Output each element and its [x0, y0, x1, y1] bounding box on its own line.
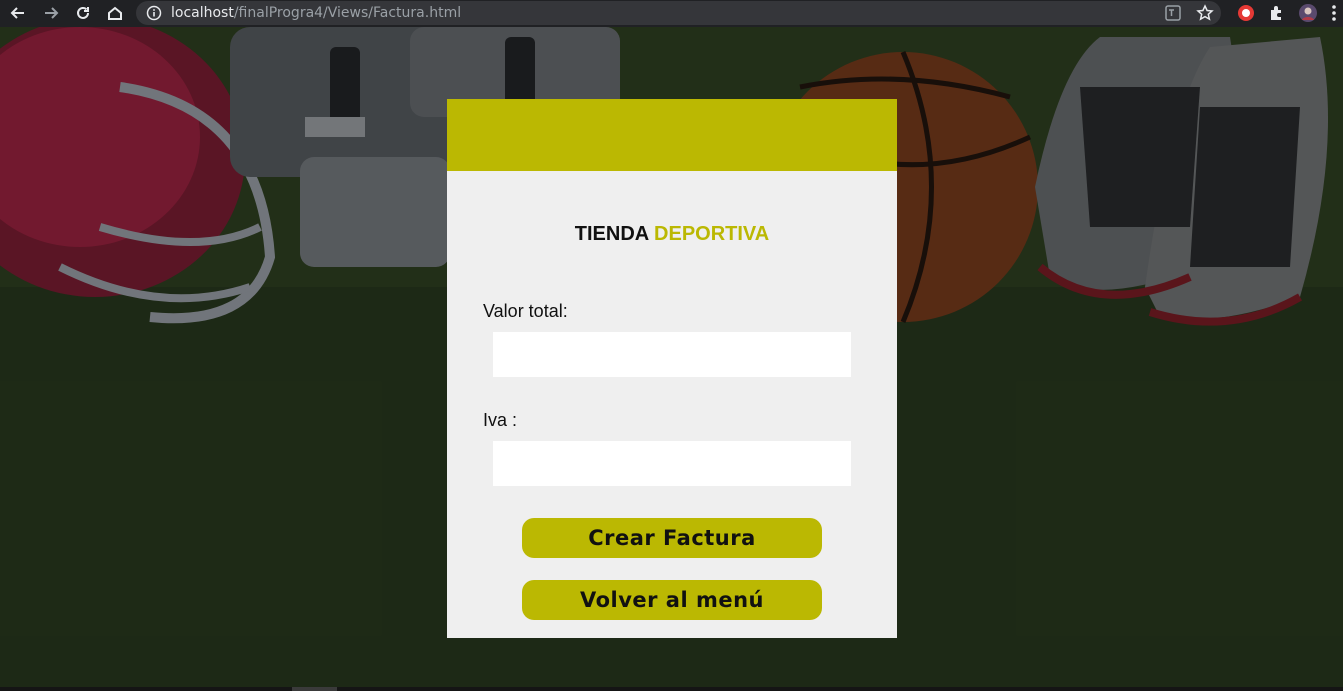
- back-icon[interactable]: [7, 2, 29, 24]
- total-value-input[interactable]: [493, 332, 851, 377]
- bottom-scroll-thumb[interactable]: [292, 687, 337, 691]
- star-icon[interactable]: [1196, 4, 1214, 22]
- menu-icon[interactable]: [1329, 3, 1339, 23]
- iva-input[interactable]: [493, 441, 851, 486]
- bottom-scrollbar: [0, 687, 1343, 691]
- url-text[interactable]: localhost/finalProgra4/Views/Factura.htm…: [171, 5, 461, 21]
- translate-icon[interactable]: [1164, 4, 1182, 22]
- puzzle-icon[interactable]: [1267, 3, 1287, 23]
- address-bar[interactable]: localhost/finalProgra4/Views/Factura.htm…: [136, 1, 1221, 25]
- total-value-label: Valor total:: [483, 301, 568, 321]
- extension-icon[interactable]: [1236, 3, 1256, 23]
- reload-icon[interactable]: [72, 2, 94, 24]
- url-host: localhost: [171, 5, 234, 21]
- card-header: [447, 99, 897, 171]
- profile-avatar[interactable]: [1298, 3, 1318, 23]
- store-title-primary: TIENDA: [574, 223, 649, 245]
- store-title: TIENDA DEPORTIVA: [447, 223, 897, 246]
- home-icon[interactable]: [104, 2, 126, 24]
- info-icon[interactable]: [146, 5, 162, 21]
- forward-icon[interactable]: [40, 2, 62, 24]
- back-to-menu-button[interactable]: Volver al menú: [522, 580, 822, 620]
- create-invoice-button[interactable]: Crear Factura: [522, 518, 822, 558]
- browser-toolbar: localhost/finalProgra4/Views/Factura.htm…: [0, 0, 1343, 27]
- iva-label: Iva :: [483, 410, 518, 430]
- store-title-secondary: DEPORTIVA: [654, 223, 770, 245]
- url-path: /finalProgra4/Views/Factura.html: [233, 5, 462, 21]
- invoice-card: TIENDA DEPORTIVA Valor total: Iva : Crea…: [447, 99, 897, 638]
